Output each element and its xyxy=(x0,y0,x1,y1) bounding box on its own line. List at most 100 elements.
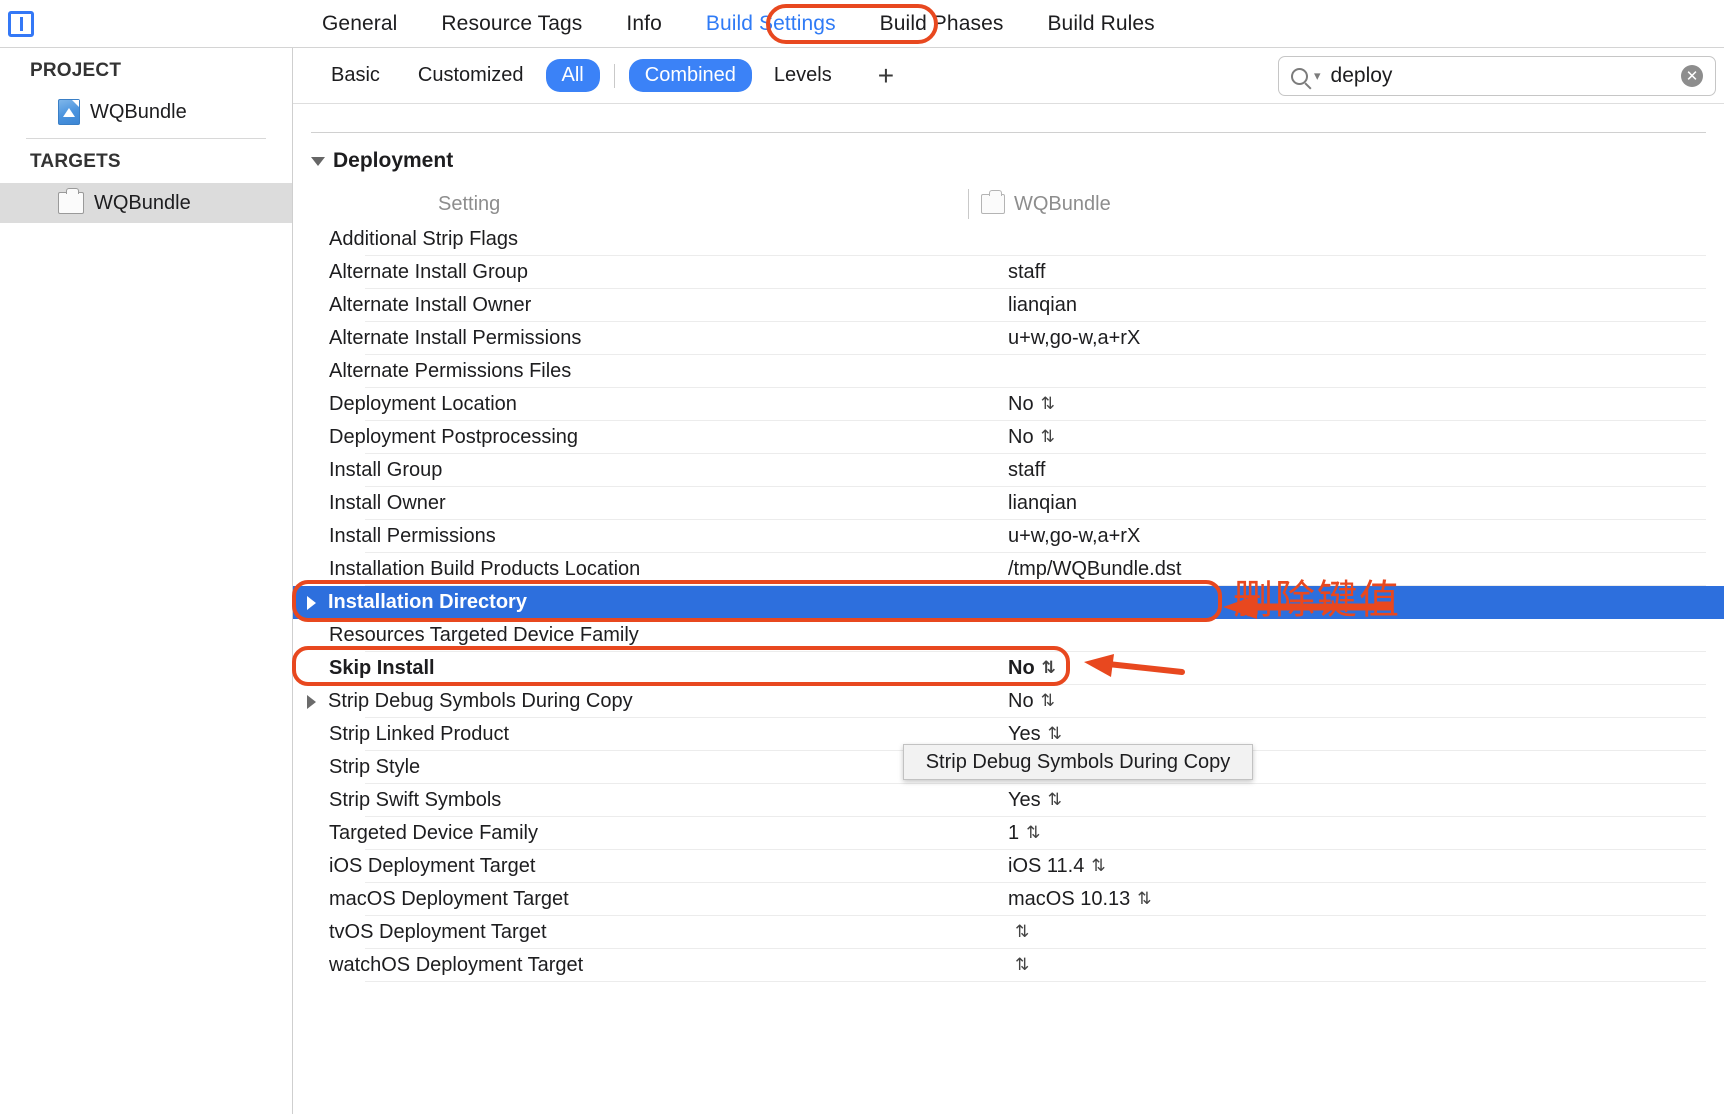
value-stepper-icon[interactable]: ⇅ xyxy=(1015,924,1029,941)
setting-value-label: No xyxy=(1008,657,1035,679)
filter-basic[interactable]: Basic xyxy=(315,59,396,92)
value-stepper-icon[interactable]: ⇅ xyxy=(1041,429,1055,446)
filter-levels[interactable]: Levels xyxy=(758,59,848,92)
setting-value-cell[interactable]: lianqian xyxy=(968,294,1077,317)
settings-row[interactable]: Installation Directory xyxy=(293,586,1724,619)
setting-name-label: Skip Install xyxy=(329,657,435,679)
value-stepper-icon[interactable]: ⇅ xyxy=(1042,660,1056,677)
settings-row[interactable]: Additional Strip Flags xyxy=(293,223,1724,256)
tab-general[interactable]: General xyxy=(300,8,419,40)
setting-value-cell[interactable]: No ⇅ xyxy=(968,393,1055,416)
settings-row[interactable]: iOS Deployment Target iOS 11.4 ⇅ xyxy=(293,850,1724,883)
column-header-setting: Setting xyxy=(438,192,501,215)
setting-name-cell: Strip Style xyxy=(293,756,968,779)
setting-value-cell[interactable]: /tmp/WQBundle.dst xyxy=(968,558,1181,581)
search-field[interactable]: ▾ deploy ✕ xyxy=(1278,56,1716,96)
value-stepper-icon[interactable]: ⇅ xyxy=(1091,858,1105,875)
setting-value-cell[interactable]: staff xyxy=(968,459,1045,482)
setting-name-label: Alternate Install Owner xyxy=(329,294,532,316)
sidebar-item-target-wqbundle[interactable]: WQBundle xyxy=(0,183,292,223)
settings-row[interactable]: Alternate Permissions Files xyxy=(293,355,1724,388)
disclosure-triangle-right-icon[interactable] xyxy=(307,694,316,709)
settings-row[interactable]: Alternate Install Group staff xyxy=(293,256,1724,289)
settings-row[interactable]: Skip Install No ⇅ xyxy=(293,652,1724,685)
filter-all[interactable]: All xyxy=(545,59,600,92)
setting-value-cell[interactable]: iOS 11.4 ⇅ xyxy=(968,855,1106,878)
setting-name-label: Installation Build Products Location xyxy=(329,558,641,580)
tab-build-settings[interactable]: Build Settings xyxy=(684,8,858,40)
value-stepper-icon[interactable]: ⇅ xyxy=(1015,957,1029,974)
filter-combined[interactable]: Combined xyxy=(628,59,752,92)
setting-value-cell[interactable]: ⇅ xyxy=(968,957,1029,974)
tab-info[interactable]: Info xyxy=(604,8,683,40)
disclosure-triangle-right-icon[interactable] xyxy=(307,595,316,610)
settings-row[interactable]: Install Permissions u+w,go-w,a+rX xyxy=(293,520,1724,553)
setting-name-cell: Alternate Install Group xyxy=(293,261,968,284)
settings-row[interactable]: tvOS Deployment Target ⇅ xyxy=(293,916,1724,949)
setting-value-label: lianqian xyxy=(1008,492,1077,514)
value-stepper-icon[interactable]: ⇅ xyxy=(1041,693,1055,710)
settings-row[interactable]: Deployment Location No ⇅ xyxy=(293,388,1724,421)
setting-value-cell[interactable]: lianqian xyxy=(968,492,1077,515)
tab-list: General Resource Tags Info Build Setting… xyxy=(300,0,1177,48)
sidebar-target-label: WQBundle xyxy=(94,191,191,214)
setting-value-cell[interactable]: Yes ⇅ xyxy=(968,723,1062,746)
value-stepper-icon[interactable]: ⇅ xyxy=(1041,396,1055,413)
setting-value-cell[interactable]: No ⇅ xyxy=(968,690,1055,713)
sidebar-item-project-wqbundle[interactable]: WQBundle xyxy=(0,92,292,132)
chevron-down-icon[interactable]: ▾ xyxy=(1314,68,1321,84)
setting-value-label: No xyxy=(1008,690,1034,712)
setting-value-label: /tmp/WQBundle.dst xyxy=(1008,558,1182,580)
settings-row[interactable]: macOS Deployment Target macOS 10.13 ⇅ xyxy=(293,883,1724,916)
setting-name-cell: Targeted Device Family xyxy=(293,822,968,845)
setting-value-cell[interactable]: macOS 10.13 ⇅ xyxy=(968,888,1152,911)
setting-value-cell[interactable]: u+w,go-w,a+rX xyxy=(968,327,1140,350)
disclosure-triangle-down-icon[interactable] xyxy=(311,156,325,166)
settings-row[interactable]: Resources Targeted Device Family xyxy=(293,619,1724,652)
settings-row[interactable]: Alternate Install Permissions u+w,go-w,a+… xyxy=(293,322,1724,355)
tooltip-popup: Strip Debug Symbols During Copy xyxy=(903,744,1253,780)
settings-row[interactable]: Strip Swift Symbols Yes ⇅ xyxy=(293,784,1724,817)
tab-build-phases[interactable]: Build Phases xyxy=(858,8,1026,40)
value-stepper-icon[interactable]: ⇅ xyxy=(1048,726,1062,743)
setting-name-label: Alternate Install Group xyxy=(329,261,528,283)
tooltip-text: Strip Debug Symbols During Copy xyxy=(925,750,1231,773)
settings-row[interactable]: Strip Debug Symbols During Copy No ⇅ xyxy=(293,685,1724,718)
settings-group-deployment[interactable]: Deployment xyxy=(293,133,1724,185)
settings-row[interactable]: Install Group staff xyxy=(293,454,1724,487)
setting-value-label: lianqian xyxy=(1008,294,1077,316)
value-stepper-icon[interactable]: ⇅ xyxy=(1048,792,1062,809)
setting-name-cell: tvOS Deployment Target xyxy=(293,921,968,944)
sidebar-project-header: PROJECT xyxy=(30,60,122,81)
tab-resource-tags[interactable]: Resource Tags xyxy=(419,8,604,40)
setting-name-cell: Installation Directory xyxy=(293,591,968,614)
setting-value-cell[interactable]: No ⇅ xyxy=(968,657,1056,680)
clear-search-icon[interactable]: ✕ xyxy=(1681,65,1703,87)
setting-name-label: Deployment Location xyxy=(329,393,517,415)
settings-row[interactable]: Installation Build Products Location/tmp… xyxy=(293,553,1724,586)
settings-row[interactable]: Alternate Install Owner lianqian xyxy=(293,289,1724,322)
tab-build-rules[interactable]: Build Rules xyxy=(1025,8,1176,40)
sidebar-targets-header: TARGETS xyxy=(30,151,121,172)
setting-name-label: watchOS Deployment Target xyxy=(329,954,584,976)
value-stepper-icon[interactable]: ⇅ xyxy=(1026,825,1040,842)
setting-value-cell[interactable]: Yes ⇅ xyxy=(968,789,1062,812)
navigator-toggle-icon[interactable] xyxy=(8,11,34,37)
setting-value-cell[interactable]: u+w,go-w,a+rX xyxy=(968,525,1140,548)
settings-row[interactable]: Deployment Postprocessing No ⇅ xyxy=(293,421,1724,454)
setting-value-cell[interactable]: staff xyxy=(968,261,1045,284)
settings-row[interactable]: Targeted Device Family 1 ⇅ xyxy=(293,817,1724,850)
setting-value-label: No xyxy=(1008,393,1034,415)
setting-name-cell: Alternate Permissions Files xyxy=(293,360,968,383)
add-user-defined-setting-button[interactable]: + xyxy=(868,61,904,90)
setting-value-cell[interactable]: 1 ⇅ xyxy=(968,822,1040,845)
filter-customized[interactable]: Customized xyxy=(402,59,540,92)
setting-value-cell[interactable]: No ⇅ xyxy=(968,426,1055,449)
setting-name-cell: Install Owner xyxy=(293,492,968,515)
setting-value-cell[interactable]: ⇅ xyxy=(968,924,1029,941)
value-stepper-icon[interactable]: ⇅ xyxy=(1137,891,1151,908)
search-icon xyxy=(1291,67,1308,85)
search-input-value[interactable]: deploy xyxy=(1331,64,1681,88)
settings-row[interactable]: watchOS Deployment Target ⇅ xyxy=(293,949,1724,982)
settings-row[interactable]: Install Owner lianqian xyxy=(293,487,1724,520)
